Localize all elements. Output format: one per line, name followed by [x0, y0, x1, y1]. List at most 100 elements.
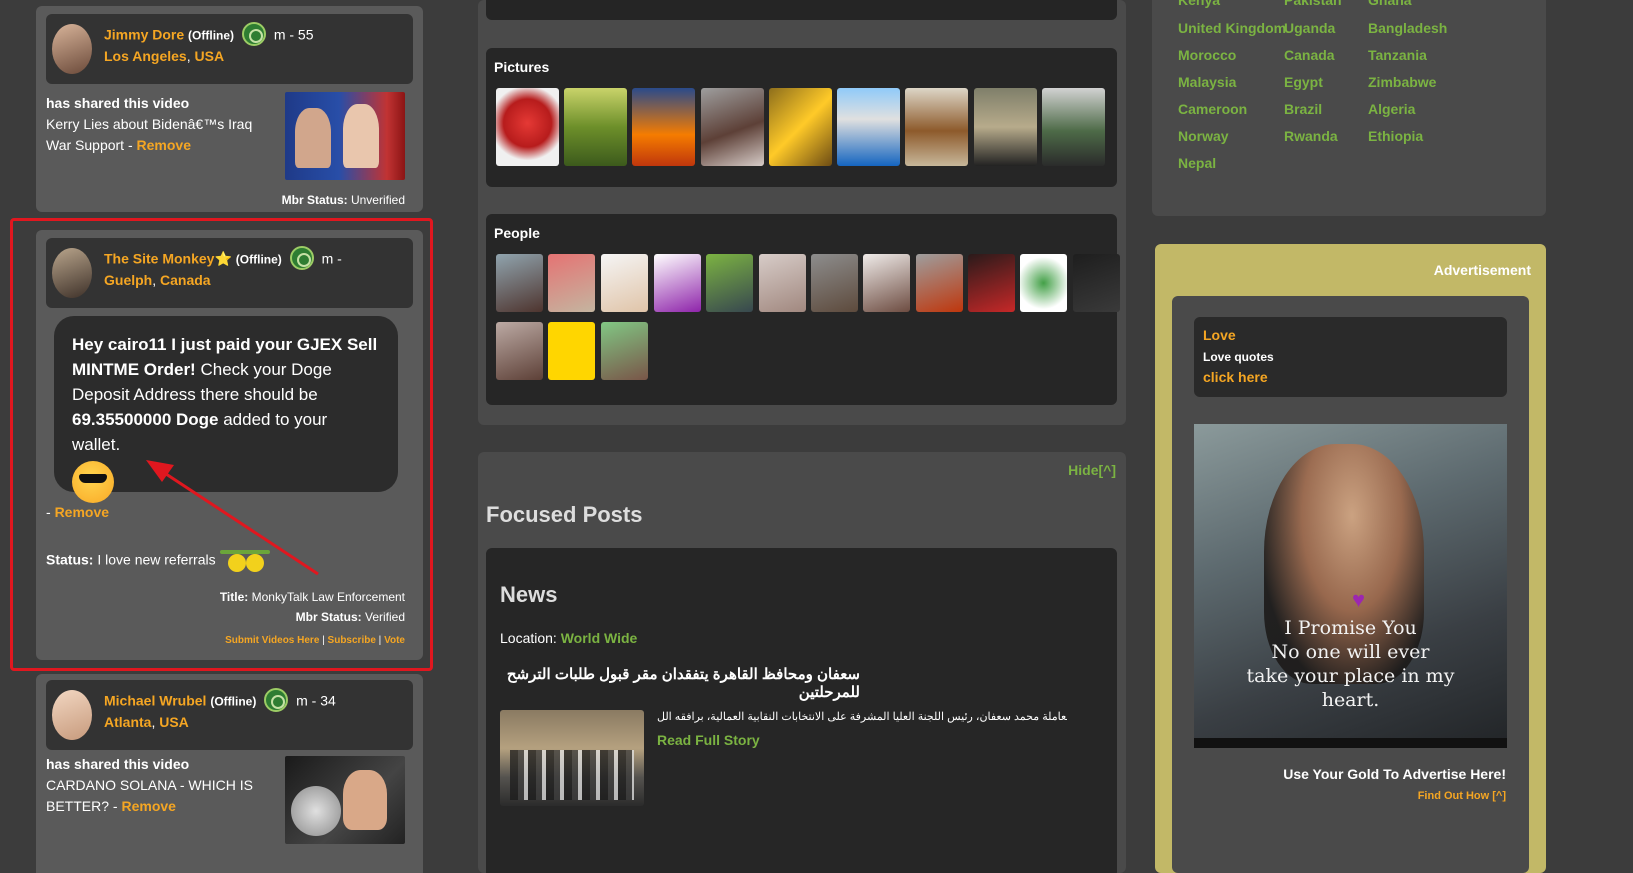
- country-link[interactable]: Canada: [1284, 47, 1335, 63]
- country-link[interactable]: Ghana: [1368, 0, 1412, 8]
- location-link[interactable]: World Wide: [561, 630, 638, 646]
- video-thumbnail[interactable]: [285, 756, 405, 844]
- person-avatar[interactable]: [496, 254, 543, 312]
- people-title: People: [494, 225, 540, 241]
- country-link[interactable]: USA: [159, 714, 189, 730]
- ad-title-link[interactable]: Love: [1203, 327, 1236, 343]
- country-link[interactable]: USA: [195, 48, 225, 64]
- avatar[interactable]: [52, 690, 92, 740]
- country-link[interactable]: Zimbabwe: [1368, 74, 1436, 90]
- ad-inner: Love Love quotes click here ♥ I Promise …: [1172, 296, 1529, 873]
- country-link[interactable]: United Kingdom: [1178, 20, 1286, 36]
- read-full-story-link[interactable]: Read Full Story: [657, 732, 760, 748]
- news-image[interactable]: [500, 710, 644, 806]
- hide-link[interactable]: Hide[^]: [1068, 462, 1116, 478]
- mbr-label: Mbr Status:: [281, 193, 348, 207]
- user-box: Michael Wrubel (Offline) m - 34 Atlanta,…: [46, 680, 413, 750]
- news-panel: News Location: World Wide سعفان ومحافظ ا…: [486, 548, 1117, 873]
- advertise-prompt: Use Your Gold To Advertise Here!: [1283, 766, 1506, 782]
- online-status: (Offline): [188, 28, 235, 43]
- person-avatar[interactable]: [496, 322, 543, 380]
- person-avatar[interactable]: [601, 322, 648, 380]
- mbr-value: Unverified: [350, 193, 405, 207]
- country-link[interactable]: Cameroon: [1178, 101, 1247, 117]
- country-link[interactable]: Pakistan: [1284, 0, 1342, 8]
- person-avatar[interactable]: [811, 254, 858, 312]
- ad-text-box: Love Love quotes click here: [1194, 317, 1507, 397]
- location-line: Location: World Wide: [500, 630, 637, 646]
- click-here-link[interactable]: click here: [1203, 369, 1268, 385]
- picture-thumbnail[interactable]: [701, 88, 764, 166]
- people-panel: People: [486, 214, 1120, 405]
- person-avatar[interactable]: [706, 254, 753, 312]
- country-link[interactable]: Ethiopia: [1368, 128, 1423, 144]
- picture-thumbnail[interactable]: [564, 88, 627, 166]
- ad-image[interactable]: ♥ I Promise You No one will ever take yo…: [1194, 424, 1507, 738]
- feed-card: Michael Wrubel (Offline) m - 34 Atlanta,…: [36, 674, 423, 873]
- country-link[interactable]: Malaysia: [1178, 74, 1236, 90]
- location-label: Location:: [500, 630, 557, 646]
- caption-line: take your place in my: [1246, 665, 1455, 687]
- pictures-title: Pictures: [494, 59, 550, 75]
- news-title[interactable]: سعفان ومحافظ القاهرة يتفقدان مقر قبول طل…: [500, 665, 860, 701]
- shared-video: has shared this video Kerry Lies about B…: [46, 93, 276, 156]
- pictures-panel: Pictures: [486, 48, 1117, 187]
- find-out-how-link[interactable]: Find Out How [^]: [1418, 790, 1506, 802]
- remove-link[interactable]: Remove: [121, 798, 175, 814]
- news-excerpt: تفقد وزير القوى العاملة محمد سعفان، رئيس…: [657, 711, 1067, 723]
- user-name-link[interactable]: Michael Wrubel: [104, 693, 206, 709]
- country-link[interactable]: Kenya: [1178, 0, 1220, 8]
- shared-heading: has shared this video: [46, 95, 190, 111]
- ad-subtitle: Love quotes: [1203, 350, 1274, 364]
- city-link[interactable]: Atlanta: [104, 714, 151, 730]
- person-avatar[interactable]: [601, 254, 648, 312]
- user-name-link[interactable]: Jimmy Dore: [104, 27, 184, 43]
- country-link[interactable]: Egypt: [1284, 74, 1323, 90]
- person-avatar[interactable]: [654, 254, 701, 312]
- picture-thumbnail[interactable]: [905, 88, 968, 166]
- advertisement-panel: Advertisement Love Love quotes click her…: [1155, 244, 1546, 873]
- person-avatar[interactable]: [548, 322, 595, 380]
- person-avatar[interactable]: [1020, 254, 1067, 312]
- picture-thumbnail[interactable]: [496, 88, 559, 166]
- video-thumbnail[interactable]: [285, 92, 405, 180]
- caption-line: heart.: [1321, 689, 1380, 711]
- picture-thumbnail[interactable]: [974, 88, 1037, 166]
- top-strip: [486, 0, 1117, 20]
- country-link[interactable]: Nepal: [1178, 155, 1216, 171]
- country-link[interactable]: Morocco: [1178, 47, 1236, 63]
- picture-thumbnail[interactable]: [769, 88, 832, 166]
- picture-thumbnail[interactable]: [1042, 88, 1105, 166]
- country-link[interactable]: Bangladesh: [1368, 20, 1447, 36]
- country-link[interactable]: Uganda: [1284, 20, 1335, 36]
- remove-link[interactable]: Remove: [137, 137, 191, 153]
- country-link[interactable]: Brazil: [1284, 101, 1322, 117]
- picture-thumbnail[interactable]: [837, 88, 900, 166]
- person-avatar[interactable]: [759, 254, 806, 312]
- focused-posts-title: Focused Posts: [486, 502, 643, 527]
- online-status: (Offline): [210, 694, 257, 709]
- country-link[interactable]: Tanzania: [1368, 47, 1427, 63]
- person-avatar[interactable]: [916, 254, 963, 312]
- advertisement-title: Advertisement: [1433, 262, 1531, 278]
- avatar[interactable]: [52, 24, 92, 74]
- globe-icon: [241, 22, 266, 46]
- focused-posts-section: Hide[^] Focused Posts News Location: Wor…: [478, 452, 1126, 873]
- news-heading: News: [500, 582, 558, 607]
- country-link[interactable]: Norway: [1178, 128, 1229, 144]
- caption-line: No one will ever: [1271, 641, 1430, 663]
- caption-line: I Promise You: [1284, 617, 1417, 639]
- ad-image-caption: I Promise You No one will ever take your…: [1194, 616, 1507, 712]
- city-link[interactable]: Los Angeles: [104, 48, 187, 64]
- gender-age: m - 55: [273, 26, 314, 43]
- person-avatar[interactable]: [968, 254, 1015, 312]
- user-box: Jimmy Dore (Offline) m - 55 Los Angeles,…: [46, 14, 413, 84]
- person-avatar[interactable]: [863, 254, 910, 312]
- picture-thumbnail[interactable]: [632, 88, 695, 166]
- feed-card: Jimmy Dore (Offline) m - 55 Los Angeles,…: [36, 6, 423, 212]
- country-link[interactable]: Algeria: [1368, 101, 1415, 117]
- person-avatar[interactable]: [548, 254, 595, 312]
- country-link[interactable]: Rwanda: [1284, 128, 1338, 144]
- person-avatar[interactable]: [1073, 254, 1120, 312]
- ad-image-bar: [1194, 738, 1507, 748]
